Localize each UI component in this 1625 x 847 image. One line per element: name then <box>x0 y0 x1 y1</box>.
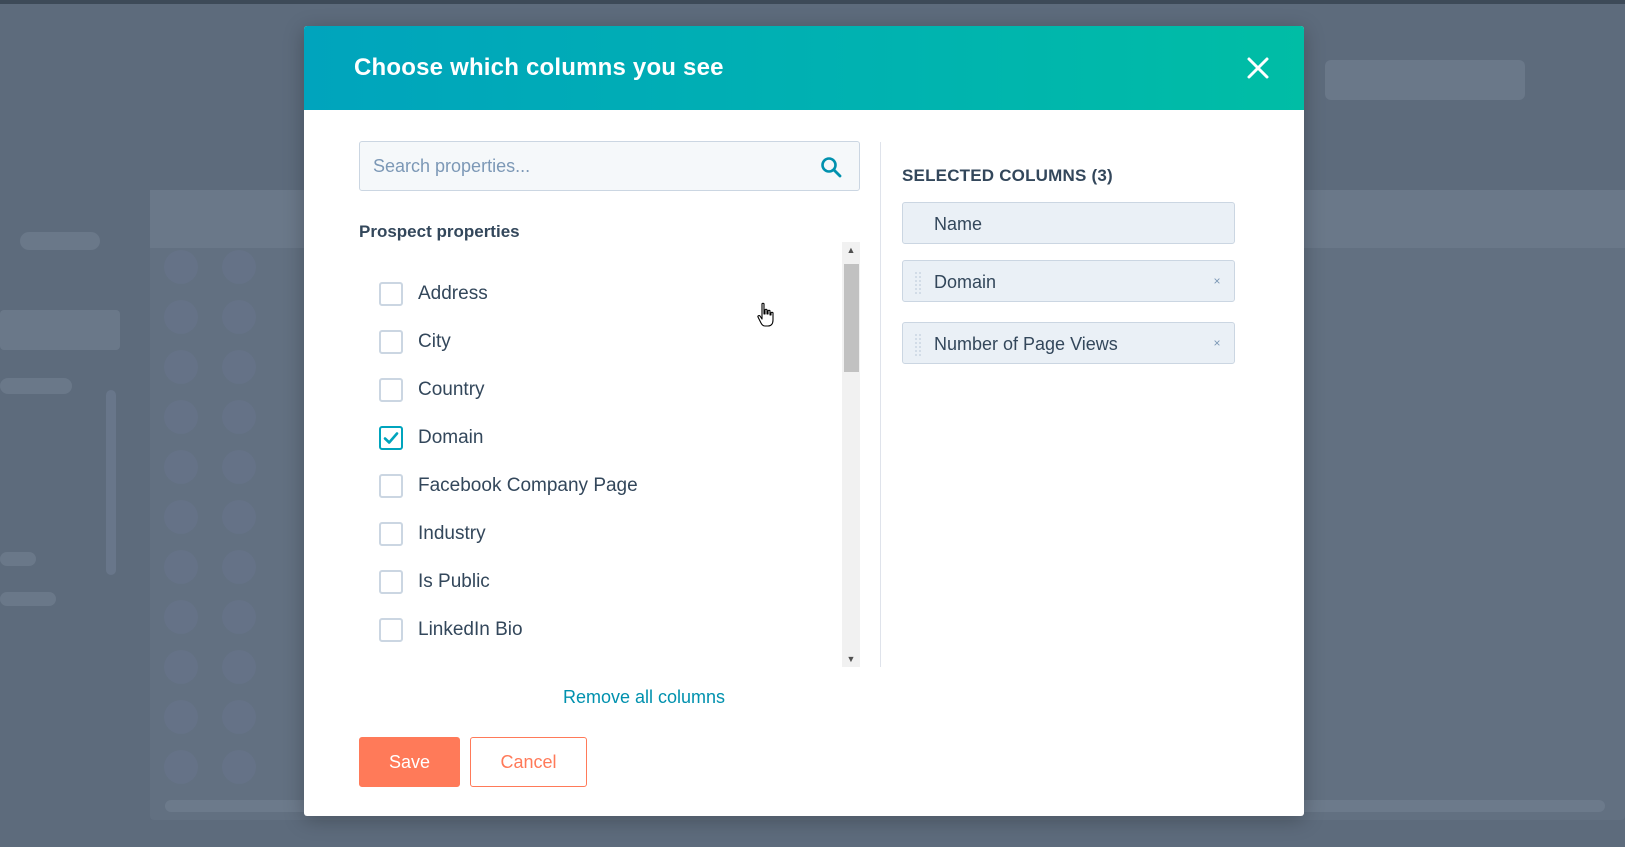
search-icon[interactable] <box>819 155 843 179</box>
property-item-domain[interactable]: Domain <box>359 418 819 458</box>
cancel-button[interactable]: Cancel <box>470 737 587 787</box>
background-avatar <box>164 650 198 684</box>
selected-column-name: Name <box>902 202 1235 244</box>
background-avatar <box>164 250 198 284</box>
property-label: Country <box>418 379 485 400</box>
remove-column-domain-button[interactable]: × <box>1210 273 1224 289</box>
background-placeholder <box>0 552 36 566</box>
background-avatar <box>164 700 198 734</box>
background-placeholder <box>0 592 56 606</box>
background-avatar <box>222 300 256 334</box>
selected-columns-heading: SELECTED COLUMNS (3) <box>902 166 1113 185</box>
background-topbar <box>0 0 1625 4</box>
background-avatar <box>222 450 256 484</box>
modal-header: Choose which columns you see <box>304 26 1304 110</box>
property-item-address[interactable]: Address <box>359 274 819 314</box>
background-avatar <box>164 400 198 434</box>
search-field <box>359 141 860 191</box>
background-avatar <box>222 600 256 634</box>
background-avatar <box>164 750 198 784</box>
property-label: Domain <box>418 427 484 448</box>
property-item-is-public[interactable]: Is Public <box>359 562 819 602</box>
background-avatar <box>222 500 256 534</box>
modal-title: Choose which columns you see <box>354 54 724 81</box>
background-avatar <box>164 300 198 334</box>
checkbox-country[interactable] <box>379 378 403 402</box>
scroll-up-icon[interactable]: ▲ <box>842 242 860 258</box>
checkbox-facebook-company-page[interactable] <box>379 474 403 498</box>
property-label: LinkedIn Bio <box>418 619 523 640</box>
selected-column-domain[interactable]: Domain × <box>902 260 1235 302</box>
background-avatar <box>164 350 198 384</box>
property-label: Is Public <box>418 571 490 592</box>
prospect-properties-heading: Prospect properties <box>359 222 520 241</box>
drag-handle-icon[interactable] <box>914 270 922 294</box>
property-item-linkedin-bio[interactable]: LinkedIn Bio <box>359 610 819 650</box>
search-input[interactable] <box>360 142 800 190</box>
background-avatar <box>222 700 256 734</box>
scroll-thumb[interactable] <box>844 264 859 372</box>
selected-column-number-of-page-views[interactable]: Number of Page Views × <box>902 322 1235 364</box>
close-button[interactable] <box>1242 52 1274 84</box>
checkbox-address[interactable] <box>379 282 403 306</box>
checkbox-domain[interactable] <box>379 426 403 450</box>
background-avatar <box>164 600 198 634</box>
save-button[interactable]: Save <box>359 737 460 787</box>
checkbox-industry[interactable] <box>379 522 403 546</box>
selected-column-label: Number of Page Views <box>934 334 1118 354</box>
checkbox-linkedin-bio[interactable] <box>379 618 403 642</box>
remove-column-number-of-page-views-button[interactable]: × <box>1210 335 1224 351</box>
property-item-facebook-company-page[interactable]: Facebook Company Page <box>359 466 819 506</box>
background-avatar <box>222 400 256 434</box>
checkbox-is-public[interactable] <box>379 570 403 594</box>
column-divider <box>880 142 881 667</box>
background-avatar <box>222 650 256 684</box>
hand-pointer-icon <box>756 302 776 328</box>
selected-column-label: Domain <box>934 272 997 292</box>
background-avatar <box>164 550 198 584</box>
property-label: Facebook Company Page <box>418 475 638 496</box>
selected-column-label: Name <box>934 214 983 234</box>
background-avatar <box>222 250 256 284</box>
background-avatar <box>164 450 198 484</box>
checkbox-city[interactable] <box>379 330 403 354</box>
background-placeholder <box>1325 60 1525 100</box>
background-avatar <box>222 750 256 784</box>
property-item-industry[interactable]: Industry <box>359 514 819 554</box>
property-item-city[interactable]: City <box>359 322 819 362</box>
close-icon <box>1242 52 1274 84</box>
property-list-scrollbar[interactable]: ▲ ▼ <box>842 242 860 667</box>
background-placeholder <box>20 232 100 250</box>
background-placeholder <box>0 310 120 350</box>
background-placeholder <box>1360 208 1510 222</box>
property-label: City <box>418 331 451 352</box>
remove-all-columns-link[interactable]: Remove all columns <box>544 687 744 708</box>
property-item-country[interactable]: Country <box>359 370 819 410</box>
scroll-down-icon[interactable]: ▼ <box>842 651 860 667</box>
checkmark-icon <box>383 432 399 444</box>
drag-handle-icon[interactable] <box>914 332 922 356</box>
background-avatar <box>164 500 198 534</box>
property-label: Industry <box>418 523 486 544</box>
background-placeholder <box>0 378 72 394</box>
property-label: Address <box>418 283 488 304</box>
background-avatar <box>222 550 256 584</box>
background-avatar <box>222 350 256 384</box>
background-scrollbar <box>106 390 116 575</box>
choose-columns-modal: Choose which columns you see Prospect pr… <box>304 26 1304 816</box>
